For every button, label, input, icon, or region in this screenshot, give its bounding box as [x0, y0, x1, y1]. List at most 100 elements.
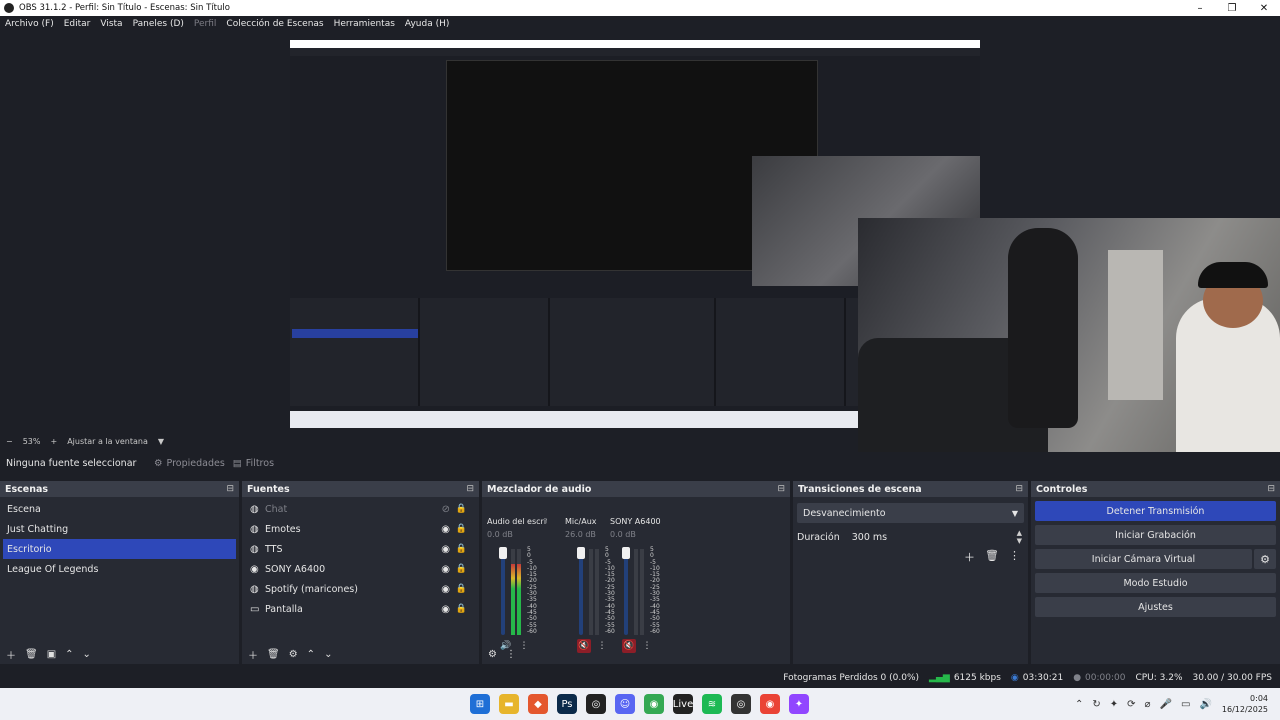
- source-properties-icon[interactable]: ⚙: [289, 649, 298, 660]
- undock-icon[interactable]: ⊟: [226, 484, 234, 494]
- microphone-icon[interactable]: 🎤: [1160, 699, 1172, 710]
- meter-tick: -60: [650, 627, 660, 635]
- live-app-icon[interactable]: Live: [673, 694, 693, 714]
- move-up-icon[interactable]: ⌃: [65, 649, 73, 660]
- filters-button[interactable]: ▤ Filtros: [233, 458, 274, 469]
- minimize-button[interactable]: –: [1184, 3, 1216, 14]
- scene-item-just-chatting[interactable]: Just Chatting: [0, 519, 239, 539]
- menu-ayuda[interactable]: Ayuda (H): [405, 19, 449, 29]
- file-explorer-icon[interactable]: ▬: [499, 694, 519, 714]
- lock-icon[interactable]: 🔒: [456, 544, 467, 554]
- browser-icon: ◍: [250, 583, 259, 595]
- source-item[interactable]: ◉ SONY A6400 ◉ 🔒: [242, 559, 479, 579]
- advanced-audio-icon[interactable]: ⚙: [488, 649, 497, 660]
- studio-mode-button[interactable]: Modo Estudio: [1035, 573, 1276, 593]
- menu-vista[interactable]: Vista: [100, 19, 122, 29]
- windows-start-icon[interactable]: ⊞: [470, 694, 490, 714]
- transition-menu-icon[interactable]: ⋮: [1009, 549, 1020, 565]
- remove-transition-icon[interactable]: 🗑: [985, 549, 999, 565]
- refresh-icon[interactable]: ⟳: [1127, 699, 1135, 710]
- record-time-status: ● 00:00:00: [1073, 673, 1125, 683]
- properties-button[interactable]: ⚙ Propiedades: [154, 458, 225, 469]
- volume-slider-track[interactable]: [501, 549, 505, 635]
- start-virtual-camera-button[interactable]: Iniciar Cámara Virtual: [1035, 549, 1252, 569]
- display-icon[interactable]: ▭: [1181, 699, 1190, 710]
- transition-select[interactable]: Desvanecimiento ▼: [797, 503, 1024, 523]
- close-button[interactable]: ✕: [1248, 3, 1280, 14]
- undock-icon[interactable]: ⊟: [777, 484, 785, 494]
- scene-item-escritorio[interactable]: Escritorio: [3, 539, 236, 559]
- menu-coleccion-escenas[interactable]: Colección de Escenas: [226, 19, 323, 29]
- scene-item-league-of-legends[interactable]: League Of Legends: [0, 559, 239, 579]
- menu-archivo[interactable]: Archivo (F): [5, 19, 54, 29]
- menu-editar[interactable]: Editar: [64, 19, 91, 29]
- twitch-icon[interactable]: ✦: [789, 694, 809, 714]
- spotify-icon[interactable]: ≋: [702, 694, 722, 714]
- chrome-icon[interactable]: ◉: [644, 694, 664, 714]
- lock-icon[interactable]: 🔒: [456, 504, 467, 514]
- volume-slider-track[interactable]: [624, 549, 628, 635]
- lock-icon[interactable]: 🔒: [456, 564, 467, 574]
- lock-icon[interactable]: 🔒: [456, 524, 467, 534]
- remove-source-icon[interactable]: 🗑: [267, 649, 280, 660]
- eye-icon[interactable]: ◉: [441, 544, 450, 555]
- add-transition-icon[interactable]: ＋: [964, 549, 975, 565]
- menu-herramientas[interactable]: Herramientas: [334, 19, 395, 29]
- volume-slider-handle[interactable]: [622, 547, 630, 559]
- chevron-up-icon[interactable]: ⌃: [1075, 699, 1083, 710]
- move-down-icon[interactable]: ⌄: [83, 649, 91, 660]
- zoom-in-button[interactable]: +: [50, 437, 57, 446]
- eye-icon[interactable]: ◉: [441, 564, 450, 575]
- level-bar-right: [640, 549, 644, 635]
- source-item[interactable]: ▭ Pantalla ◉ 🔒: [242, 599, 479, 619]
- source-item[interactable]: ◍ Spotify (maricones) ◉ 🔒: [242, 579, 479, 599]
- chrome-profile-icon[interactable]: ◉: [760, 694, 780, 714]
- eye-icon[interactable]: ◉: [441, 524, 450, 535]
- scene-item-escena[interactable]: Escena: [0, 499, 239, 519]
- eye-icon[interactable]: ◉: [441, 584, 450, 595]
- eye-slash-icon[interactable]: ⊘: [442, 504, 450, 515]
- undock-icon[interactable]: ⊟: [1267, 484, 1275, 494]
- zoom-dropdown-caret-icon[interactable]: ▼: [158, 437, 164, 446]
- settings-button[interactable]: Ajustes: [1035, 597, 1276, 617]
- mixer-menu-icon[interactable]: ⋮: [506, 649, 516, 660]
- zoom-fit-label[interactable]: Ajustar a la ventana: [67, 437, 148, 446]
- twitch-tray-icon[interactable]: ✦: [1110, 699, 1118, 710]
- lock-icon[interactable]: 🔒: [456, 604, 467, 614]
- source-item[interactable]: ◍ TTS ◉ 🔒: [242, 539, 479, 559]
- move-up-icon[interactable]: ⌃: [307, 649, 315, 660]
- photoshop-icon[interactable]: Ps: [557, 694, 577, 714]
- scene-filters-icon[interactable]: ▣: [47, 649, 56, 660]
- brave-browser-icon[interactable]: ◆: [528, 694, 548, 714]
- level-bar-left: [511, 549, 515, 635]
- spinner-icon[interactable]: ▲ ▼: [1017, 529, 1022, 545]
- obs-icon[interactable]: ◎: [586, 694, 606, 714]
- virtual-camera-settings-gear-icon[interactable]: ⚙: [1254, 549, 1276, 569]
- eye-icon[interactable]: ◉: [441, 604, 450, 615]
- discord-icon[interactable]: ☺: [615, 694, 635, 714]
- remove-scene-icon[interactable]: 🗑: [25, 649, 38, 660]
- maximize-button[interactable]: ❐: [1216, 3, 1248, 14]
- undock-icon[interactable]: ⊟: [466, 484, 474, 494]
- stop-streaming-button[interactable]: Detener Transmisión: [1035, 501, 1276, 521]
- add-source-icon[interactable]: ＋: [248, 647, 258, 662]
- source-item[interactable]: ◍ Chat ⊘ 🔒: [242, 499, 479, 519]
- start-recording-button[interactable]: Iniciar Grabación: [1035, 525, 1276, 545]
- webcam-capture: [858, 218, 1280, 456]
- bluetooth-off-icon[interactable]: ⌀: [1145, 699, 1151, 710]
- volume-slider-handle[interactable]: [577, 547, 585, 559]
- lock-icon[interactable]: 🔒: [456, 584, 467, 594]
- sync-icon[interactable]: ↻: [1092, 699, 1100, 710]
- move-down-icon[interactable]: ⌄: [324, 649, 332, 660]
- volume-slider-track[interactable]: [579, 549, 583, 635]
- obs-active-icon[interactable]: ◎: [731, 694, 751, 714]
- menu-paneles[interactable]: Paneles (D): [133, 19, 184, 29]
- undock-icon[interactable]: ⊟: [1015, 484, 1023, 494]
- volume-slider-handle[interactable]: [499, 547, 507, 559]
- zoom-out-button[interactable]: −: [6, 437, 13, 446]
- add-scene-icon[interactable]: ＋: [6, 647, 16, 662]
- clock[interactable]: 0:04 16/12/2025: [1222, 693, 1268, 715]
- source-item[interactable]: ◍ Emotes ◉ 🔒: [242, 519, 479, 539]
- duration-input[interactable]: 300 ms ▲ ▼: [848, 527, 1024, 547]
- volume-icon[interactable]: 🔊: [1199, 699, 1211, 710]
